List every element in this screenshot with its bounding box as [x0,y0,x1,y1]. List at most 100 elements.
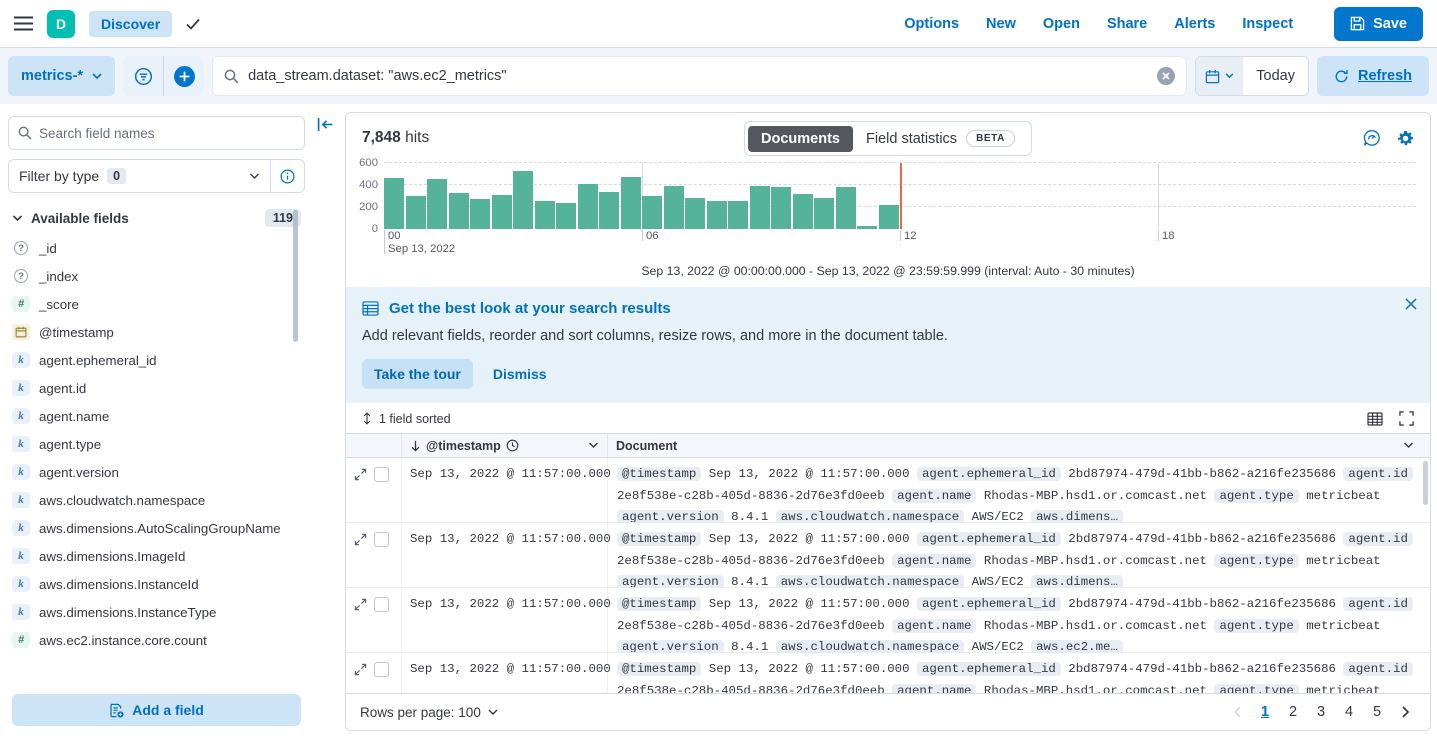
field-item-_id[interactable]: ?_id [12,235,301,263]
close-callout-button[interactable] [1405,298,1417,310]
field-item-_score[interactable]: #_score [12,291,301,319]
histogram-bar[interactable] [449,193,469,229]
row-checkbox[interactable] [374,597,389,612]
histogram-bar[interactable] [492,195,512,229]
histogram-bar[interactable] [578,184,598,229]
take-the-tour-button[interactable]: Take the tour [362,359,473,389]
y-tick-label: 600 [359,157,378,169]
field-item-_index[interactable]: ?_index [12,263,301,291]
next-page-button[interactable] [1394,700,1416,724]
histogram-bar[interactable] [879,205,899,229]
filter-by-type-button[interactable]: Filter by type 0 [9,168,270,184]
refresh-button[interactable]: Refresh [1317,56,1429,96]
nav-link-inspect[interactable]: Inspect [1242,16,1293,32]
histogram-bar[interactable] [599,192,619,229]
histogram-settings-button[interactable] [1397,129,1414,147]
menu-hamburger-icon[interactable] [14,16,33,31]
histogram-bar[interactable] [621,177,641,229]
saved-query-menu-button[interactable] [123,56,163,96]
chart-options-button[interactable] [1363,129,1381,147]
previous-page-button[interactable] [1226,700,1248,724]
table-header-timestamp[interactable]: @timestamp [402,434,608,457]
nav-link-new[interactable]: New [986,16,1016,32]
histogram-bar[interactable] [470,199,490,229]
table-scrollbar[interactable] [1423,461,1428,505]
row-checkbox[interactable] [374,532,389,547]
query-input-box [212,56,1187,96]
date-range-button[interactable]: Today [1243,57,1308,95]
expand-row-icon[interactable] [354,663,367,676]
expand-row-icon[interactable] [354,533,367,546]
histogram-bar[interactable] [642,196,662,229]
field-item-agent.id[interactable]: kagent.id [12,375,301,403]
row-checkbox[interactable] [374,467,389,482]
histogram-bar[interactable] [771,187,791,229]
table-header-document[interactable]: Document [608,434,1430,457]
date-quick-select-button[interactable] [1196,57,1243,95]
page-button-2[interactable]: 2 [1282,700,1304,724]
histogram-bar[interactable] [793,194,813,229]
histogram-bar[interactable] [427,179,447,229]
field-item-agent.version[interactable]: kagent.version [12,459,301,487]
sidebar-scrollbar[interactable] [293,210,298,342]
column-menu-chevron-icon[interactable] [1403,442,1414,449]
page-button-4[interactable]: 4 [1338,700,1360,724]
query-input[interactable] [248,68,1148,84]
histogram-bar[interactable] [728,201,748,229]
field-item-@timestamp[interactable]: @timestamp [12,319,301,347]
page-button-3[interactable]: 3 [1310,700,1332,724]
histogram-bar[interactable] [556,203,576,229]
field-item-aws.ec2.instance.core.count[interactable]: #aws.ec2.instance.core.count [12,627,301,655]
expand-row-icon[interactable] [354,598,367,611]
page-button-5[interactable]: 5 [1366,700,1388,724]
breadcrumb-discover[interactable]: Discover [89,11,172,37]
add-filter-button[interactable] [164,56,204,96]
nav-link-share[interactable]: Share [1107,16,1147,32]
histogram-bar[interactable] [750,186,770,229]
data-view-picker[interactable]: metrics-* [8,56,115,96]
field-item-agent.name[interactable]: kagent.name [12,403,301,431]
display-options-button[interactable] [1367,411,1383,426]
expand-row-icon[interactable] [354,468,367,481]
histogram-bar[interactable] [384,178,404,229]
histogram-bar[interactable] [685,198,705,229]
page-button-1[interactable]: 1 [1254,700,1276,724]
tab-documents[interactable]: Documents [748,126,853,152]
field-item-agent.ephemeral_id[interactable]: kagent.ephemeral_id [12,347,301,375]
field-item-aws.cloudwatch.namespace[interactable]: kaws.cloudwatch.namespace [12,487,301,515]
histogram-bar[interactable] [836,187,856,229]
histogram-bar[interactable] [664,186,684,229]
fullscreen-button[interactable] [1399,411,1414,426]
field-filter-info-button[interactable] [270,160,304,192]
column-menu-chevron-icon[interactable] [588,442,599,449]
sort-icon [362,412,372,425]
field-item-aws.dimensions.AutoScalingGroupName[interactable]: kaws.dimensions.AutoScalingGroupName [12,515,301,543]
nav-link-options[interactable]: Options [904,16,959,32]
field-item-aws.dimensions.ImageId[interactable]: kaws.dimensions.ImageId [12,543,301,571]
field-item-aws.dimensions.InstanceType[interactable]: kaws.dimensions.InstanceType [12,599,301,627]
field-search-input[interactable] [39,126,295,141]
add-field-button[interactable]: Add a field [12,694,301,726]
row-document: @timestamp Sep 13, 2022 @ 11:57:00.000 a… [608,523,1430,587]
dismiss-button[interactable]: Dismiss [493,366,547,382]
collapse-sidebar-button[interactable] [317,117,334,132]
clear-query-button[interactable] [1157,67,1175,85]
rows-per-page-button[interactable]: Rows per page: 100 [360,705,498,720]
tab-field-statistics[interactable]: Field statistics BETA [853,125,1028,152]
sorted-fields-button[interactable]: 1 field sorted [362,412,451,426]
histogram-bar[interactable] [814,198,834,229]
histogram-bar[interactable] [406,196,426,229]
field-item-aws.dimensions.InstanceId[interactable]: kaws.dimensions.InstanceId [12,571,301,599]
save-button[interactable]: Save [1334,7,1423,41]
nav-link-open[interactable]: Open [1043,16,1080,32]
space-avatar[interactable]: D [47,10,75,38]
row-checkbox[interactable] [374,662,389,677]
histogram-bar[interactable] [535,201,555,229]
available-fields-header[interactable]: Available fields 119 [8,209,305,227]
nav-link-alerts[interactable]: Alerts [1174,16,1215,32]
histogram-bar[interactable] [707,201,727,229]
saved-query-icon [134,67,153,86]
row-timestamp: Sep 13, 2022 @ 11:57:00.000 [402,458,608,522]
field-item-agent.type[interactable]: kagent.type [12,431,301,459]
histogram-bar[interactable] [513,171,533,229]
